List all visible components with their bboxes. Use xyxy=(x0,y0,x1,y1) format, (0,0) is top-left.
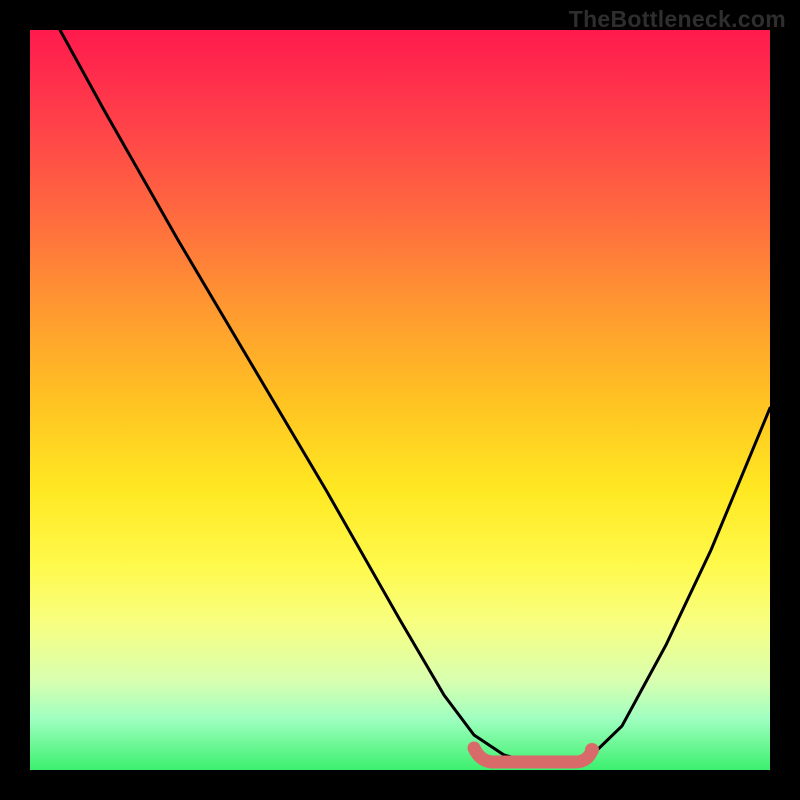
chart-plot-area xyxy=(30,30,770,770)
watermark-text: TheBottleneck.com xyxy=(569,6,786,33)
optimal-end-dot xyxy=(585,743,599,757)
chart-svg xyxy=(30,30,770,770)
bottleneck-curve xyxy=(60,30,770,763)
chart-frame: TheBottleneck.com xyxy=(0,0,800,800)
optimal-range-marker xyxy=(474,748,592,762)
